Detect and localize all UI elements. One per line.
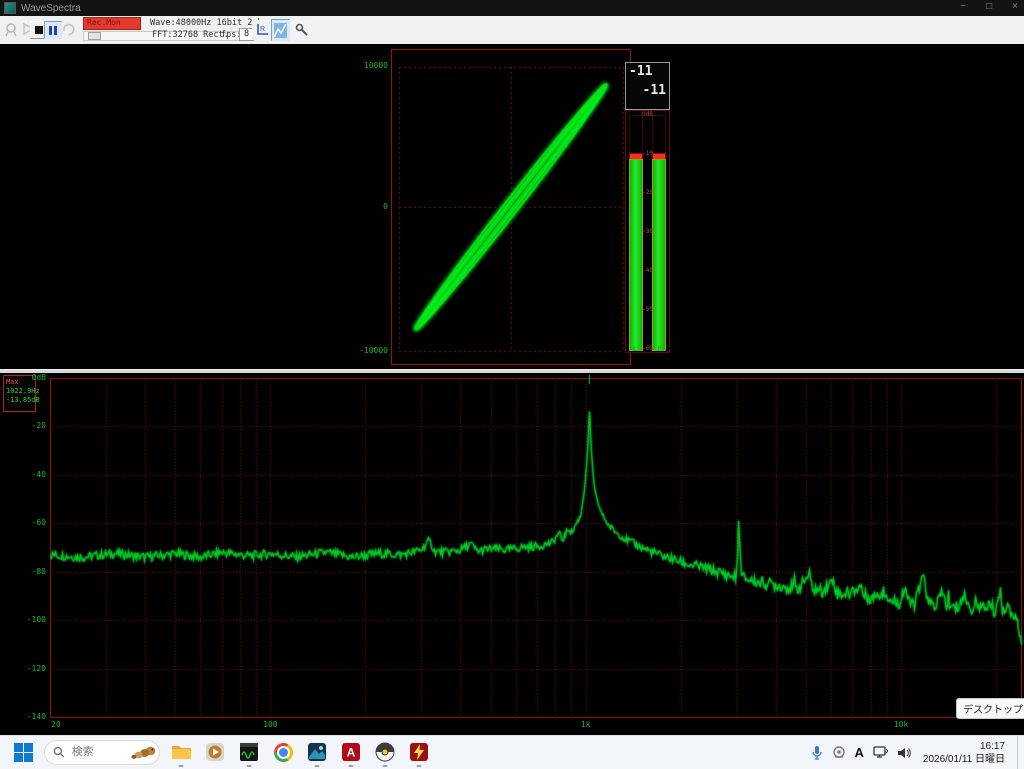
microphone-icon[interactable] [811, 745, 823, 760]
toolbar: Rec.Mon Wave:48000Hz 16bit 2ch FFT:32768… [0, 16, 1024, 45]
wrench-icon [295, 23, 309, 37]
wavespectra-app-icon [4, 2, 16, 14]
lr-axis-button[interactable]: R [252, 20, 271, 40]
fft-settings-info: FFT:32768 Rect. [152, 30, 229, 40]
network-icon[interactable] [873, 746, 888, 759]
level-meter-bars: 0dB -10 -20 -30 -40 -50 -60 L R [625, 110, 670, 353]
lissajous-plot [391, 49, 631, 365]
loop-button[interactable] [62, 23, 75, 36]
media-player-icon [205, 742, 225, 762]
show-desktop-button[interactable] [1017, 736, 1021, 769]
meter-right-value: -11 [643, 83, 666, 98]
spectrum-y-tick-label: -100 [0, 615, 46, 624]
maximize-button[interactable]: □ [986, 1, 992, 12]
peak-readout-freq: 1022.9Hz [6, 387, 35, 396]
peak-readout-level: -13.85dB [6, 396, 35, 405]
meter-fill-right [652, 159, 666, 351]
spectrum-y-tick-label: 0dB [0, 373, 46, 382]
file-explorer-icon [171, 743, 192, 761]
meter-left-channel-label: L [633, 345, 637, 353]
lissajous-ymin-label: -10000 [346, 346, 388, 355]
photos-icon [307, 742, 327, 762]
meter-scale: 0dB -10 -20 -30 -40 -50 -60 [642, 111, 653, 352]
minimize-button[interactable]: − [960, 1, 966, 12]
pokeball-icon [375, 742, 395, 762]
taskbar-photos[interactable] [304, 739, 330, 765]
svg-text:R: R [260, 26, 265, 33]
level-meter: -11 -11 0dB -10 -20 -30 -40 -50 -60 L R [625, 62, 670, 353]
tray-app-icon[interactable] [832, 746, 846, 759]
stop-icon [35, 26, 43, 34]
meter-scale-label: -40 [642, 268, 653, 274]
windows-logo-icon [14, 743, 33, 762]
ime-mode-indicator[interactable]: A [855, 745, 864, 760]
spectrum-x-tick-label: 100 [255, 720, 285, 729]
wave-format-info: Wave:48000Hz 16bit 2ch [150, 18, 263, 28]
taskbar-clock[interactable]: 16:17 2026/01/11 日曜日 [923, 740, 1005, 766]
show-desktop-tooltip: デスクトップの表示 [956, 698, 1024, 719]
spectrum-y-tick-label: -120 [0, 664, 46, 673]
spectrum-y-tick-label: -60 [0, 518, 46, 527]
spectrum-display-toggle[interactable] [271, 19, 290, 41]
meter-scale-label: 0dB [642, 112, 653, 118]
clock-time: 16:17 [923, 740, 1005, 753]
spectrum-x-tick-label: 1k [571, 720, 601, 729]
titlebar: WaveSpectra − □ × [0, 0, 1024, 16]
window-title: WaveSpectra [21, 3, 81, 14]
search-highlight-image[interactable] [131, 744, 156, 760]
taskbar-media-player[interactable] [202, 739, 228, 765]
spectrum-panel: Max 1022.9Hz -13.85dB 0dB-20-40-60-80-10… [0, 373, 1024, 735]
spectrum-y-tick-label: -80 [0, 567, 46, 576]
search-input[interactable] [70, 745, 126, 759]
level-meter-readout: -11 -11 [625, 62, 670, 110]
spectrum-y-tick-label: -40 [0, 470, 46, 479]
spectrum-y-tick-label: -20 [0, 421, 46, 430]
meter-bar-left [629, 115, 643, 351]
volume-icon[interactable] [897, 747, 911, 759]
settings-wrench-button[interactable] [292, 20, 311, 40]
pause-button[interactable] [44, 21, 62, 39]
acrobat-icon: A [341, 742, 361, 762]
start-button[interactable] [10, 739, 36, 765]
taskbar-pokeball-app[interactable] [372, 739, 398, 765]
record-source-icon[interactable] [4, 22, 19, 37]
lissajous-yzero-label: 0 [346, 202, 388, 211]
search-icon [53, 746, 65, 758]
clock-date: 2026/01/11 日曜日 [923, 753, 1005, 766]
rec-indicator: Rec.Mon [83, 17, 141, 30]
spectrum-x-tick-label: 20 [41, 720, 71, 729]
meter-scale-label: -60 [642, 346, 653, 352]
spectrum-x-tick-label: 10k [886, 720, 916, 729]
chrome-icon [274, 743, 293, 762]
meter-left-value: -11 [629, 64, 652, 79]
meter-scale-label: -30 [642, 229, 653, 235]
taskbar-power-app[interactable] [406, 739, 432, 765]
meter-bar-right [652, 115, 666, 351]
close-button[interactable]: × [1012, 1, 1018, 12]
taskbar-wavespectra[interactable] [236, 739, 262, 765]
taskbar-file-explorer[interactable] [168, 739, 194, 765]
lr-axis-icon: R [255, 23, 269, 37]
wavespectra-taskbar-icon [239, 742, 259, 762]
spectrum-y-tick-label: -140 [0, 712, 46, 721]
meter-right-channel-label: R [658, 345, 662, 353]
meter-fill-left [629, 159, 643, 351]
svg-text:A: A [347, 746, 356, 760]
pause-icon [49, 26, 57, 35]
meter-scale-label: -50 [642, 307, 653, 313]
lightning-icon [409, 742, 429, 762]
seek-slider-thumb[interactable] [88, 32, 101, 40]
lissajous-ymax-label: 10000 [346, 61, 388, 70]
lissajous-panel: 10000 0 -10000 -11 -11 0dB -10 -20 -30 -40 -5… [0, 44, 1024, 369]
taskbar-chrome[interactable] [270, 739, 296, 765]
meter-scale-label: -10 [642, 151, 653, 157]
taskbar-search-box[interactable] [44, 740, 160, 765]
taskbar: A A [0, 735, 1024, 769]
taskbar-acrobat[interactable]: A [338, 739, 364, 765]
spectrum-display-icon [274, 23, 287, 38]
spectrum-plot [0, 373, 1024, 735]
meter-scale-label: -20 [642, 190, 653, 196]
